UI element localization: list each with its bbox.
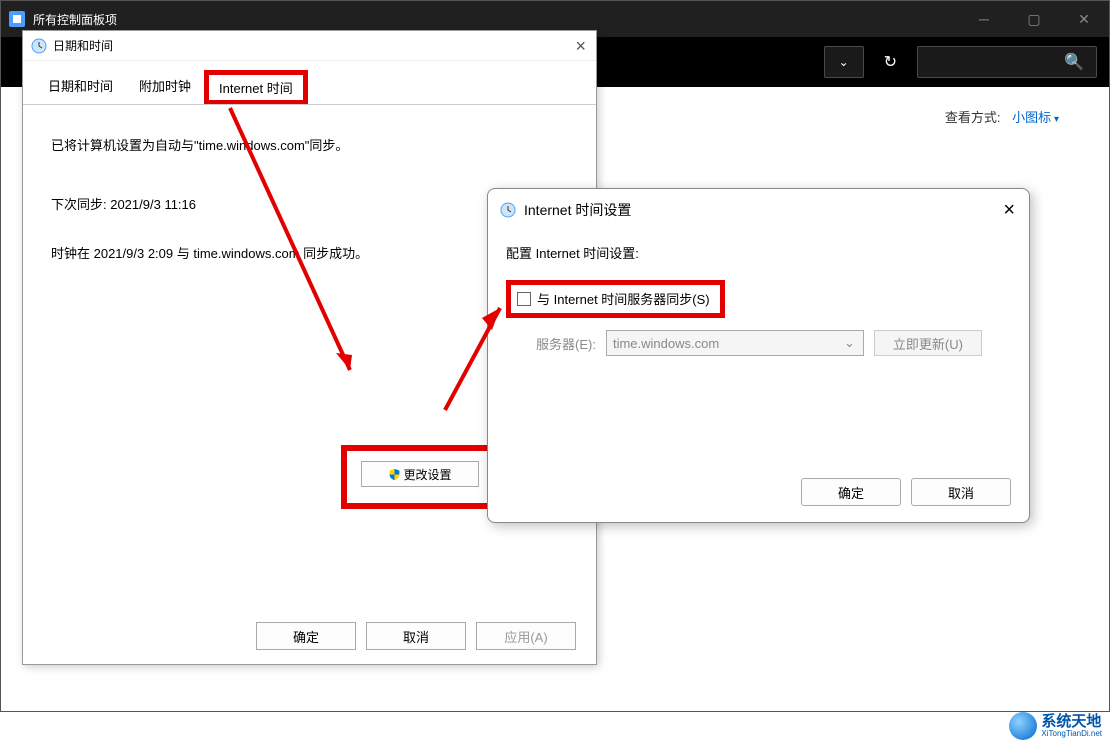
inet-heading: 配置 Internet 时间设置: bbox=[506, 243, 1011, 262]
tab-datetime[interactable]: 日期和时间 bbox=[35, 69, 126, 104]
watermark-icon bbox=[1009, 712, 1037, 740]
view-mode-label: 查看方式: bbox=[945, 110, 1001, 125]
inet-close-button[interactable]: × bbox=[1003, 199, 1015, 222]
inet-titlebar: Internet 时间设置 × bbox=[488, 189, 1029, 231]
minimize-button[interactable]: ─ bbox=[959, 1, 1009, 37]
watermark-text-wrap: 系统天地 XiTongTianDi.net bbox=[1041, 714, 1102, 738]
server-value: time.windows.com bbox=[613, 336, 719, 351]
datetime-buttons: 确定 取消 应用(A) bbox=[256, 622, 576, 650]
datetime-title: 日期和时间 bbox=[53, 37, 113, 54]
maximize-button[interactable]: ▢ bbox=[1009, 1, 1059, 37]
watermark-url: XiTongTianDi.net bbox=[1041, 729, 1102, 738]
change-settings-button[interactable]: 更改设置 bbox=[361, 461, 479, 487]
window-controls: ─ ▢ ✕ bbox=[959, 1, 1109, 37]
main-window-title: 所有控制面板项 bbox=[33, 11, 117, 28]
sync-checkbox-label: 与 Internet 时间服务器同步(S) bbox=[537, 289, 710, 308]
search-icon: 🔍 bbox=[1064, 52, 1084, 72]
internet-time-dialog: Internet 时间设置 × 配置 Internet 时间设置: 与 Inte… bbox=[487, 188, 1030, 523]
inet-title: Internet 时间设置 bbox=[524, 200, 631, 220]
tab-additional-clocks[interactable]: 附加时钟 bbox=[126, 69, 204, 104]
change-settings-highlight: 更改设置 bbox=[341, 445, 499, 509]
sync-status-text: 已将计算机设置为自动与"time.windows.com"同步。 bbox=[51, 135, 568, 154]
watermark: 系统天地 XiTongTianDi.net bbox=[1009, 712, 1102, 740]
datetime-titlebar: 日期和时间 × bbox=[23, 31, 596, 61]
chevron-down-icon: ⌄ bbox=[844, 335, 855, 351]
search-box[interactable]: 🔍 bbox=[917, 46, 1097, 78]
datetime-apply-button[interactable]: 应用(A) bbox=[476, 622, 576, 650]
view-mode: 查看方式: 小图标 bbox=[945, 107, 1059, 126]
datetime-cancel-button[interactable]: 取消 bbox=[366, 622, 466, 650]
datetime-tabs: 日期和时间 附加时钟 Internet 时间 bbox=[23, 69, 596, 104]
control-panel-icon bbox=[9, 11, 25, 27]
clock-icon bbox=[31, 38, 47, 54]
watermark-name: 系统天地 bbox=[1041, 714, 1102, 729]
inet-body: 配置 Internet 时间设置: 与 Internet 时间服务器同步(S) … bbox=[488, 231, 1029, 368]
refresh-button[interactable]: ↻ bbox=[884, 52, 897, 72]
tab-internet-time[interactable]: Internet 时间 bbox=[204, 70, 308, 105]
change-settings-label: 更改设置 bbox=[403, 466, 451, 483]
view-mode-value[interactable]: 小图标 bbox=[1012, 110, 1059, 125]
uac-shield-icon bbox=[388, 468, 401, 481]
datetime-ok-button[interactable]: 确定 bbox=[256, 622, 356, 650]
datetime-close-button[interactable]: × bbox=[575, 36, 586, 57]
server-row: 服务器(E): time.windows.com ⌄ 立即更新(U) bbox=[506, 330, 1011, 356]
update-now-button[interactable]: 立即更新(U) bbox=[874, 330, 982, 356]
clock-icon bbox=[500, 202, 516, 218]
server-label: 服务器(E): bbox=[536, 334, 596, 353]
server-select[interactable]: time.windows.com ⌄ bbox=[606, 330, 864, 356]
inet-buttons: 确定 取消 bbox=[801, 478, 1011, 506]
inet-ok-button[interactable]: 确定 bbox=[801, 478, 901, 506]
close-button[interactable]: ✕ bbox=[1059, 1, 1109, 37]
address-dropdown[interactable]: ⌄ bbox=[824, 46, 864, 78]
inet-cancel-button[interactable]: 取消 bbox=[911, 478, 1011, 506]
sync-checkbox[interactable] bbox=[517, 292, 531, 306]
sync-checkbox-highlight: 与 Internet 时间服务器同步(S) bbox=[506, 280, 725, 318]
